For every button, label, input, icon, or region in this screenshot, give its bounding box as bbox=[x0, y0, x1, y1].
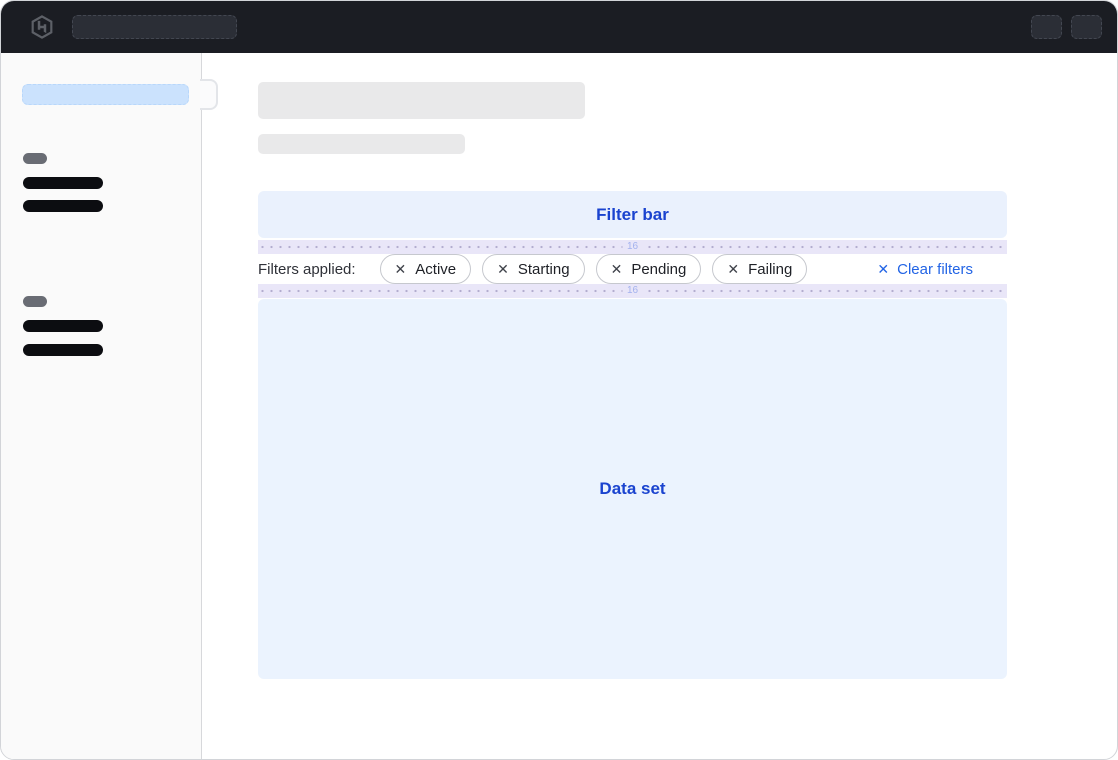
close-icon[interactable]: ✕ bbox=[395, 262, 407, 276]
sidebar-item-placeholder bbox=[23, 200, 103, 212]
sidebar-item-placeholder bbox=[23, 320, 103, 332]
filter-pill-failing[interactable]: ✕ Failing bbox=[712, 254, 807, 284]
filter-pill-label: Failing bbox=[748, 261, 792, 278]
filter-pill-active[interactable]: ✕ Active bbox=[380, 254, 472, 284]
search-input[interactable] bbox=[72, 15, 237, 39]
filter-bar-region: Filter bar bbox=[258, 191, 1007, 238]
topbar-button-1[interactable] bbox=[1031, 15, 1062, 39]
spacing-annotation-top: 16 bbox=[258, 240, 1007, 254]
sidebar-section-badge-1 bbox=[23, 153, 47, 164]
clear-filters-label: Clear filters bbox=[897, 261, 973, 278]
applied-filters-row: Filters applied: ✕ Active ✕ Starting ✕ P… bbox=[258, 254, 1007, 284]
close-icon: ✕ bbox=[877, 262, 889, 276]
sidebar bbox=[1, 53, 202, 759]
filter-pill-starting[interactable]: ✕ Starting bbox=[482, 254, 584, 284]
filter-bar-label: Filter bar bbox=[596, 205, 669, 225]
filter-pill-label: Pending bbox=[631, 261, 686, 278]
clear-filters-link[interactable]: ✕ Clear filters bbox=[877, 261, 973, 278]
close-icon[interactable]: ✕ bbox=[611, 262, 623, 276]
close-icon[interactable]: ✕ bbox=[497, 262, 509, 276]
close-icon[interactable]: ✕ bbox=[727, 262, 739, 276]
content-stack: Filter bar 16 Filters applied: ✕ Active … bbox=[258, 191, 1007, 679]
spacing-annotation-bottom: 16 bbox=[258, 284, 1007, 298]
page-title-placeholder bbox=[258, 82, 585, 119]
page-subtitle-placeholder bbox=[258, 134, 465, 154]
filter-pill-label: Starting bbox=[518, 261, 570, 278]
filter-pill-label: Active bbox=[415, 261, 456, 278]
topbar-actions bbox=[1031, 15, 1102, 39]
topbar bbox=[1, 1, 1117, 53]
data-set-region: Data set bbox=[258, 299, 1007, 679]
hashicorp-logo-icon[interactable] bbox=[29, 14, 55, 40]
topbar-button-2[interactable] bbox=[1071, 15, 1102, 39]
filter-pill-pending[interactable]: ✕ Pending bbox=[596, 254, 702, 284]
sidebar-section-badge-2 bbox=[23, 296, 47, 307]
filter-pill-list: ✕ Active ✕ Starting ✕ Pending ✕ Failing bbox=[380, 254, 808, 284]
sidebar-collapse-handle[interactable] bbox=[200, 79, 218, 110]
spacing-value-bottom: 16 bbox=[622, 285, 643, 297]
sidebar-item-placeholder bbox=[23, 177, 103, 189]
spacing-value-top: 16 bbox=[622, 241, 643, 253]
filters-applied-label: Filters applied: bbox=[258, 261, 356, 278]
app-window: Filter bar 16 Filters applied: ✕ Active … bbox=[0, 0, 1118, 760]
data-set-label: Data set bbox=[599, 479, 665, 499]
sidebar-item-placeholder bbox=[23, 344, 103, 356]
sidebar-item-selected[interactable] bbox=[22, 84, 189, 105]
